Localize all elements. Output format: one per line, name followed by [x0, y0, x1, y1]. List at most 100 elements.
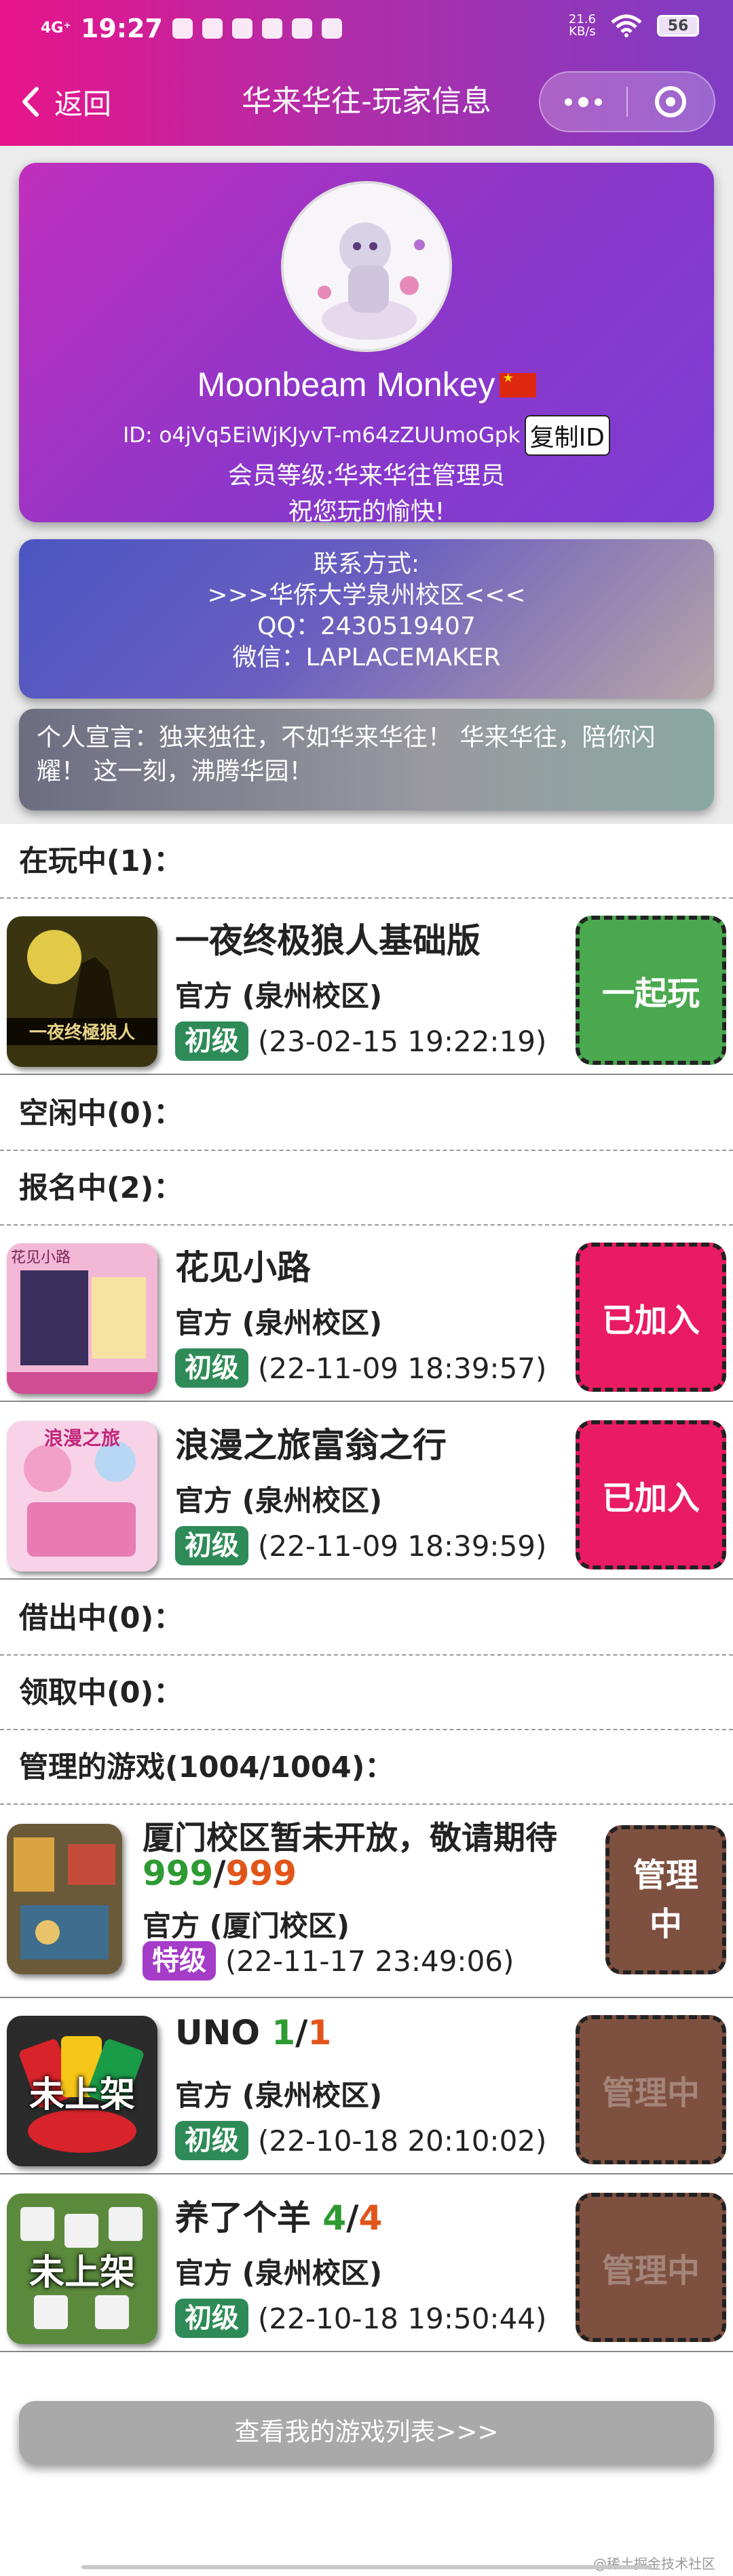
- count-total: 999: [225, 1854, 297, 1893]
- game-row[interactable]: 未上架 养了个羊 4/4 官方 (泉州校区) 初级 (22-10-18 19:5…: [0, 2176, 733, 2352]
- notification-icons: [172, 18, 342, 39]
- netspeed: 21.6 KB/s: [569, 14, 596, 38]
- more-options-button[interactable]: [540, 73, 626, 131]
- close-mini-program-button[interactable]: [628, 73, 714, 131]
- cover-title: 一夜终極狼人: [29, 1022, 135, 1043]
- motto-card: 个人宣言：独来独往，不如华来华往！ 华来华往，陪你闪耀！ 这一刻，沸腾华园！: [19, 709, 714, 811]
- game-cover: 一夜终極狼人: [7, 916, 157, 1067]
- game-time: (22-10-18 19:50:44): [258, 2301, 547, 2335]
- contact-wechat: 微信：LAPLACEMAKER: [232, 644, 501, 671]
- china-flag-icon: [499, 371, 536, 397]
- game-meta: 初级 (23-02-15 19:22:19): [175, 1021, 546, 1061]
- game-row[interactable]: 厦门校区暂未开放，敬请期待 999/999 官方 (厦门校区) 特级 (22-1…: [0, 1805, 733, 1998]
- netspeed-unit: KB/s: [569, 24, 596, 39]
- game-time: (22-11-09 18:39:59): [258, 1529, 547, 1563]
- game-title: UNO: [175, 2013, 260, 2052]
- user-id: ID: o4jVq5EiWjKJyvT-m64zZUUmoGpk: [123, 423, 521, 448]
- app-icon: [291, 18, 312, 39]
- contact-qq: QQ：2430519407: [257, 612, 476, 640]
- telegram-icon: [231, 18, 252, 39]
- game-time: (22-11-09 18:39:57): [258, 1351, 547, 1385]
- werewolf-cover-image: 一夜终極狼人: [7, 916, 157, 1067]
- level-badge: 初级: [175, 1348, 248, 1388]
- game-meta: 特级 (22-11-17 23:49:06): [143, 1940, 514, 1981]
- game-row[interactable]: 花见小路 花见小路 官方 (泉州校区) 初级 (22-11-09 18:39:5…: [0, 1226, 733, 1402]
- count-total: 4: [358, 2198, 383, 2238]
- section-idle: 空闲中(0)：: [0, 1076, 733, 1151]
- game-title: 养了个羊: [175, 2198, 311, 2238]
- target-icon: [655, 86, 687, 117]
- more-dot-icon: [595, 98, 602, 106]
- game-cover: [7, 1824, 122, 1974]
- game-row[interactable]: 浪漫之旅 浪漫之旅富翁之行 官方 (泉州校区) 初级 (22-11-09 18:…: [0, 1403, 733, 1580]
- game-name: 花见小路: [175, 1248, 311, 1287]
- battery-icon: 56: [657, 15, 699, 37]
- status-left: 4G⁺ 19:27: [41, 14, 342, 43]
- game-meta: 初级 (22-10-18 20:10:02): [175, 2120, 546, 2161]
- wechat-icon: [172, 18, 193, 39]
- managing-button[interactable]: 管理中: [576, 2193, 726, 2342]
- unlisted-label: 未上架: [29, 2074, 135, 2115]
- header: 4G⁺ 19:27 21.6 KB/s 56 返回 华来华往-玩家信息: [0, 0, 733, 146]
- game-owner: 官方 (泉州校区): [175, 1306, 383, 1340]
- managing-button[interactable]: 管理中: [576, 2015, 726, 2164]
- view-game-list-button[interactable]: 查看我的游戏列表>>>: [19, 2401, 714, 2463]
- network-type: 4G⁺: [41, 20, 71, 37]
- game-row[interactable]: 未上架 UNO 1/1 官方 (泉州校区) 初级 (22-10-18 20:10…: [0, 1998, 733, 2174]
- level-badge: 初级: [175, 2299, 248, 2338]
- home-indicator[interactable]: [81, 2565, 652, 2569]
- nav-bar: 返回 华来华往-玩家信息: [0, 64, 733, 139]
- watermark: @稀土掘金技术社区: [593, 2556, 715, 2572]
- managing-button[interactable]: 管理中: [605, 1825, 726, 1974]
- game-meta: 初级 (22-11-09 18:39:59): [175, 1525, 546, 1566]
- profile-area: Moonbeam Monkey ID: o4jVq5EiWjKJyvT-m64z…: [0, 146, 733, 824]
- level-badge: 初级: [175, 1021, 248, 1061]
- game-count: 999/999: [143, 1854, 297, 1893]
- greeting: 祝您玩的愉快!: [288, 498, 445, 526]
- game-row[interactable]: 一夜终極狼人 一夜终极狼人基础版 官方 (泉州校区) 初级 (23-02-15 …: [0, 899, 733, 1075]
- cover-title: 花见小路: [11, 1249, 71, 1266]
- joined-button[interactable]: 已加入: [576, 1420, 726, 1569]
- game-cover: 未上架: [7, 2193, 157, 2344]
- id-row: ID: o4jVq5EiWjKJyvT-m64zZUUmoGpk 复制ID: [19, 415, 714, 456]
- game-time: (23-02-15 19:22:19): [258, 1024, 547, 1058]
- section-receiving: 领取中(0)：: [0, 1656, 733, 1730]
- joined-button[interactable]: 已加入: [576, 1243, 726, 1392]
- game-owner: 官方 (泉州校区): [175, 979, 383, 1013]
- level-badge: 初级: [175, 2121, 248, 2160]
- more-dot-icon: [565, 98, 572, 106]
- game-name: 养了个羊 4/4: [175, 2198, 383, 2238]
- status-bar: 4G⁺ 19:27 21.6 KB/s 56: [0, 0, 733, 54]
- contact-card: 联系方式: >>>华侨大学泉州校区<<< QQ：2430519407 微信：LA…: [19, 539, 714, 699]
- count-total: 1: [307, 2013, 332, 2052]
- count-available: 999: [143, 1854, 214, 1893]
- level-badge: 初级: [175, 1526, 248, 1565]
- game-time: (22-11-17 23:49:06): [225, 1944, 514, 1978]
- game-owner: 官方 (泉州校区): [175, 2079, 383, 2112]
- game-name: 一夜终极狼人基础版: [175, 921, 481, 960]
- contact-campus: >>>华侨大学泉州校区<<<: [207, 581, 526, 609]
- member-level: 会员等级:华来华往管理员: [227, 462, 506, 490]
- game-owner: 官方 (厦门校区): [143, 1909, 350, 1943]
- profile-card: Moonbeam Monkey ID: o4jVq5EiWjKJyvT-m64z…: [19, 163, 714, 526]
- count-available: 1: [271, 2013, 296, 2052]
- cover-title: 浪漫之旅: [44, 1427, 120, 1449]
- romantic-journey-cover-image: 浪漫之旅: [7, 1421, 157, 1572]
- unlisted-label: 未上架: [29, 2252, 135, 2293]
- status-time: 19:27: [80, 14, 163, 43]
- count-available: 4: [322, 2198, 347, 2238]
- game-meta: 初级 (22-10-18 19:50:44): [175, 2298, 546, 2339]
- mini-program-capsule: [539, 71, 715, 132]
- play-together-button[interactable]: 一起玩: [576, 916, 726, 1065]
- status-right: 21.6 KB/s 56: [569, 14, 699, 38]
- hanamikoji-cover-image: 花见小路: [7, 1243, 157, 1394]
- nickname: Moonbeam Monkey: [19, 365, 714, 404]
- game-cover: 花见小路: [7, 1243, 157, 1394]
- game-cover: 未上架: [7, 2016, 157, 2166]
- copy-id-button[interactable]: 复制ID: [524, 415, 610, 456]
- game-meta: 初级 (22-11-09 18:39:57): [175, 1348, 546, 1388]
- game-cover: 浪漫之旅: [7, 1421, 157, 1572]
- game-owner: 官方 (泉州校区): [175, 1484, 383, 1517]
- section-managed: 管理的游戏(1004/1004)：: [0, 1730, 733, 1805]
- xiamen-campus-cover-image: [7, 1824, 122, 1974]
